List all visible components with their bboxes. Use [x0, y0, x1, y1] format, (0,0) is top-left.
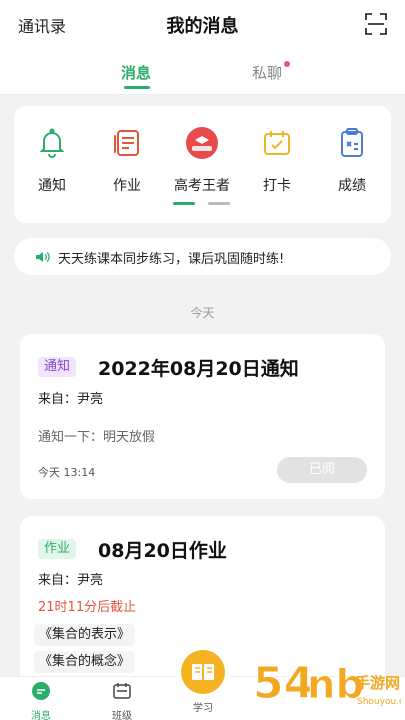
nav-study[interactable]: 学习 [178, 697, 228, 714]
nav-label: 班级 [112, 711, 132, 720]
svg-text:54: 54 [253, 658, 314, 709]
exam-king-icon [186, 127, 218, 159]
read-status-button[interactable]: 已阅 [277, 457, 367, 483]
nav-label: 学习 [193, 703, 213, 714]
message-sender: 来自：尹亮 [38, 573, 104, 588]
class-icon [113, 683, 131, 699]
menu-label: 高考王者 [174, 178, 230, 194]
assignment-chip[interactable]: 《集合的概念》 [34, 651, 136, 673]
function-menu-card: 通知 作业 高考王者 打卡 成绩 [14, 106, 391, 223]
tab-messages[interactable]: 消息 [121, 62, 152, 89]
nav-messages[interactable]: 消息 [16, 681, 66, 720]
site-watermark-logo: 54 nb 手游网 Shouyou.com [253, 658, 402, 710]
message-tabs: 消息 私聊 [0, 50, 405, 95]
tab-private-chat-label: 私聊 [252, 64, 283, 82]
menu-item-checkin[interactable]: 打卡 [247, 126, 307, 195]
menu-label: 打卡 [263, 178, 291, 194]
menu-item-notice[interactable]: 通知 [22, 126, 82, 195]
chat-icon [32, 682, 50, 700]
nav-class[interactable]: 班级 [97, 681, 147, 720]
svg-text:Shouyou.com: Shouyou.com [357, 697, 401, 707]
grades-icon [341, 128, 363, 157]
pager-dot-active [173, 202, 195, 205]
announcement-text: 天天练课本同步练习，课后巩固随时练! [58, 252, 285, 267]
message-title: 08月20日作业 [98, 540, 227, 562]
type-badge: 作业 [38, 539, 77, 559]
menu-label: 作业 [113, 178, 141, 194]
nav-label: 消息 [31, 711, 51, 720]
tab-private-chat[interactable]: 私聊 [252, 61, 291, 83]
type-badge: 通知 [38, 357, 77, 377]
study-center-button[interactable] [178, 647, 228, 697]
message-sender: 来自：尹亮 [38, 392, 104, 407]
menu-label: 通知 [38, 178, 66, 194]
scan-icon[interactable] [365, 13, 387, 35]
message-body: 通知一下：明天放假 [38, 430, 156, 445]
speaker-icon [36, 252, 50, 262]
announcement-bar[interactable]: 天天练课本同步练习，课后巩固随时练! [14, 238, 391, 275]
page-title: 我的消息 [166, 16, 239, 37]
message-title: 2022年08月20日通知 [98, 358, 299, 380]
book-icon [192, 664, 214, 680]
menu-label: 成绩 [338, 178, 366, 194]
menu-item-exam-king[interactable]: 高考王者 [172, 126, 232, 195]
tab-active-underline [124, 86, 150, 89]
tab-messages-label: 消息 [121, 64, 152, 82]
svg-text:手游网: 手游网 [355, 674, 400, 692]
menu-item-homework[interactable]: 作业 [97, 126, 157, 195]
message-time: 今天 13:14 [38, 466, 96, 479]
message-card-notice[interactable]: 通知 2022年08月20日通知 来自：尹亮 通知一下：明天放假 今天 13:1… [20, 334, 385, 499]
homework-icon [114, 130, 139, 156]
assignment-chip[interactable]: 《集合的表示》 [34, 624, 136, 646]
top-bar: 通讯录 我的消息 [0, 0, 405, 50]
date-divider: 今天 [190, 306, 215, 320]
menu-item-grades[interactable]: 成绩 [322, 126, 382, 195]
deadline-text: 21时11分后截止 [38, 600, 137, 615]
pager-dot [208, 202, 230, 205]
bell-icon [39, 128, 65, 158]
checkin-icon [264, 131, 290, 155]
unread-dot [284, 61, 291, 67]
